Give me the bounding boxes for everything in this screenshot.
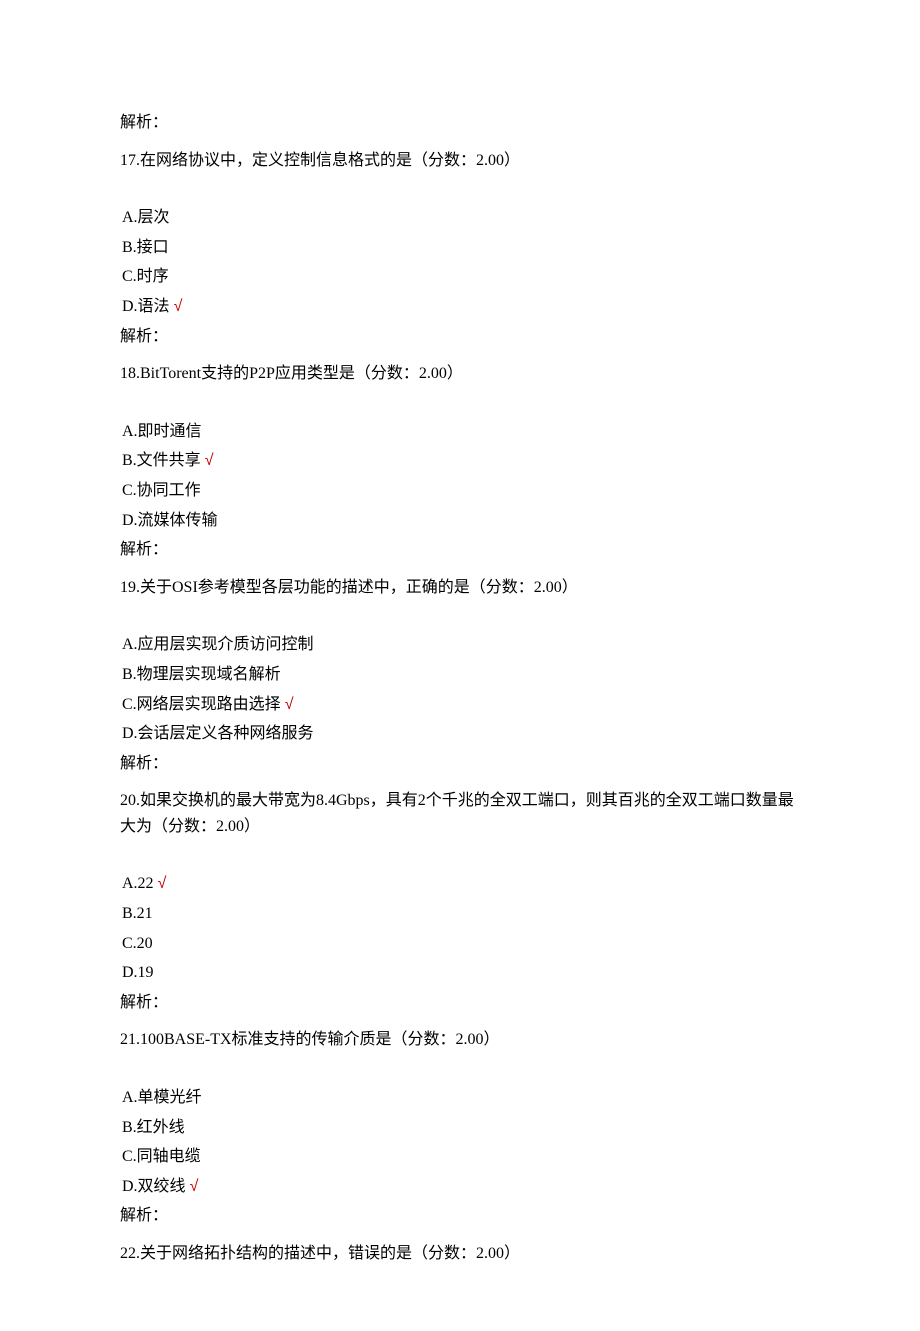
option-label: D.双绞线 [122, 1178, 186, 1195]
option: A.即时通信 [122, 419, 800, 445]
option: D.会话层定义各种网络服务 [122, 721, 800, 747]
option-label: D.19 [122, 964, 154, 981]
option-label: D.语法 [122, 298, 170, 315]
option: B.红外线 [122, 1115, 800, 1141]
option-label: A.层次 [122, 209, 170, 226]
option: B.物理层实现域名解析 [122, 662, 800, 688]
option-label: B.红外线 [122, 1119, 185, 1136]
spacing [120, 1057, 800, 1085]
question-stem: 20.如果交换机的最大带宽为8.4Gbps，具有2个千兆的全双工端口，则其百兆的… [120, 788, 800, 839]
option: A.应用层实现介质访问控制 [122, 632, 800, 658]
option: C.20 [122, 931, 800, 957]
option: A.22√ [122, 871, 800, 897]
pre-analysis: 解析： [120, 110, 800, 136]
correct-check-icon: √ [174, 298, 183, 315]
option-label: A.22 [122, 875, 154, 892]
option: D.流媒体传输 [122, 508, 800, 534]
analysis: 解析： [120, 751, 800, 777]
question-stem: 21.100BASE-TX标准支持的传输介质是（分数：2.00） [120, 1027, 800, 1053]
analysis: 解析： [120, 1203, 800, 1229]
correct-check-icon: √ [190, 1178, 199, 1195]
analysis: 解析： [120, 537, 800, 563]
spacing [120, 604, 800, 632]
option: B.接口 [122, 235, 800, 261]
option: D.语法√ [122, 294, 800, 320]
option: C.时序 [122, 264, 800, 290]
question-stem: 17.在网络协议中，定义控制信息格式的是（分数：2.00） [120, 148, 800, 174]
option-label: A.即时通信 [122, 423, 202, 440]
option-label: B.文件共享 [122, 452, 201, 469]
question-stem: 19.关于OSI参考模型各层功能的描述中，正确的是（分数：2.00） [120, 575, 800, 601]
option-label: C.协同工作 [122, 482, 201, 499]
question-stem: 18.BitTorent支持的P2P应用类型是（分数：2.00） [120, 361, 800, 387]
option-label: B.物理层实现域名解析 [122, 666, 281, 683]
question-stem: 22.关于网络拓扑结构的描述中，错误的是（分数：2.00） [120, 1241, 800, 1267]
option-label: C.同轴电缆 [122, 1148, 201, 1165]
spacing [120, 391, 800, 419]
question-list: 17.在网络协议中，定义控制信息格式的是（分数：2.00） A.层次 B.接口 … [120, 148, 800, 1267]
spacing [120, 843, 800, 871]
analysis: 解析： [120, 324, 800, 350]
option: B.文件共享√ [122, 448, 800, 474]
option: D.双绞线√ [122, 1174, 800, 1200]
option-label: A.单模光纤 [122, 1089, 202, 1106]
option-label: D.会话层定义各种网络服务 [122, 725, 314, 742]
option-label: B.21 [122, 905, 153, 922]
option: B.21 [122, 901, 800, 927]
option: C.同轴电缆 [122, 1144, 800, 1170]
option-label: C.网络层实现路由选择 [122, 696, 281, 713]
option: D.19 [122, 960, 800, 986]
option: A.层次 [122, 205, 800, 231]
option: C.协同工作 [122, 478, 800, 504]
option: A.单模光纤 [122, 1085, 800, 1111]
option-label: C.20 [122, 935, 153, 952]
option: C.网络层实现路由选择√ [122, 692, 800, 718]
analysis: 解析： [120, 990, 800, 1016]
spacing [120, 177, 800, 205]
correct-check-icon: √ [285, 696, 294, 713]
option-label: A.应用层实现介质访问控制 [122, 636, 314, 653]
correct-check-icon: √ [205, 452, 214, 469]
option-label: C.时序 [122, 268, 169, 285]
option-label: D.流媒体传输 [122, 512, 218, 529]
option-label: B.接口 [122, 239, 169, 256]
correct-check-icon: √ [158, 875, 167, 892]
